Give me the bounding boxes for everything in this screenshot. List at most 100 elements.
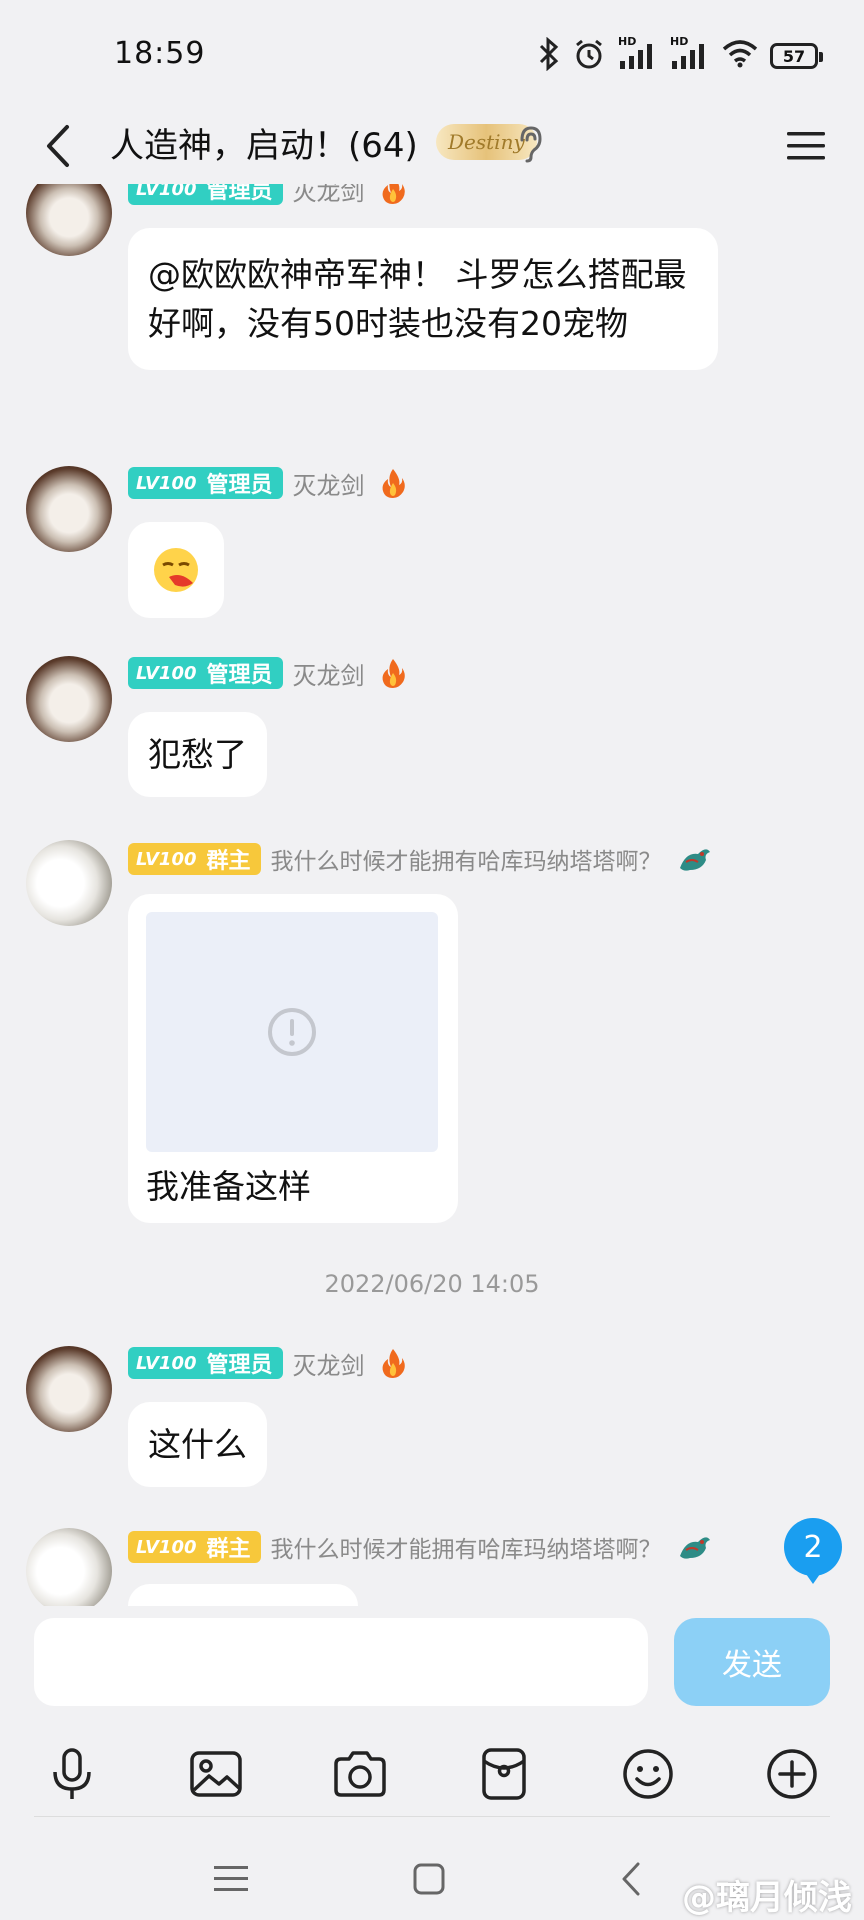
level-label: LV100 xyxy=(136,472,197,494)
image-placeholder[interactable] xyxy=(146,912,438,1152)
role-badge: LV100 群主 xyxy=(128,1531,261,1563)
square-icon xyxy=(413,1863,445,1895)
role-label: 管理员 xyxy=(206,663,273,688)
fire-icon xyxy=(379,1347,407,1379)
chat-title[interactable]: 人造神，启动！(64) xyxy=(110,118,418,167)
role-label: 管理员 xyxy=(206,473,273,498)
message-meta: LV100 群主 我什么时候才能拥有哈库玛纳塔塔啊？ xyxy=(128,1530,712,1564)
alarm-icon xyxy=(572,37,606,75)
role-badge: LV100 管理员 xyxy=(128,467,283,499)
message-bubble[interactable] xyxy=(128,1584,358,1606)
camera-button[interactable] xyxy=(324,1738,396,1810)
alert-icon xyxy=(268,1008,316,1056)
divider xyxy=(34,1816,830,1817)
chat-screen: 18:59 HD HD 57 人造神，启动！(64) Destiny LV100… xyxy=(0,0,864,1920)
message-item: LV100 群主 我什么时候才能拥有哈库玛纳塔塔啊？ 我准备这样 xyxy=(0,840,864,1240)
message-bubble[interactable]: @欧欧欧神帝军神！ 斗罗怎么搭配最好啊，没有50时装也没有20宠物 xyxy=(128,228,718,370)
level-label: LV100 xyxy=(136,184,197,200)
status-icons: HD HD 57 xyxy=(538,35,823,76)
status-time: 18:59 xyxy=(114,36,206,71)
more-button[interactable] xyxy=(756,1738,828,1810)
dragon-icon xyxy=(676,842,712,876)
watermark: @璃月倾浅 xyxy=(682,1878,852,1918)
voice-button[interactable] xyxy=(36,1738,108,1810)
message-item: LV100 管理员 灭龙剑 犯愁了 xyxy=(0,656,864,816)
input-toolbar xyxy=(0,1738,864,1834)
back-button[interactable] xyxy=(28,116,88,176)
image-button[interactable] xyxy=(180,1738,252,1810)
sender-nick[interactable]: 灭龙剑 xyxy=(293,184,365,207)
message-meta: LV100 群主 我什么时候才能拥有哈库玛纳塔塔啊？ xyxy=(128,842,712,876)
message-item: LV100 管理员 灭龙剑 xyxy=(0,466,864,626)
sender-nick[interactable]: 灭龙剑 xyxy=(293,466,365,501)
unread-badge[interactable]: 2 xyxy=(784,1518,842,1584)
dragon-icon xyxy=(676,1530,712,1564)
avatar[interactable] xyxy=(26,184,112,256)
sender-nick[interactable]: 灭龙剑 xyxy=(293,656,365,691)
avatar[interactable] xyxy=(26,1346,112,1432)
image-caption: 我准备这样 xyxy=(146,1167,311,1206)
red-packet-icon xyxy=(482,1748,526,1800)
avatar[interactable] xyxy=(26,1528,112,1606)
hd-label: HD xyxy=(618,35,637,48)
emoji-icon xyxy=(154,548,198,592)
level-label: LV100 xyxy=(136,662,197,684)
menu-icon xyxy=(214,1866,248,1891)
emoji-bubble[interactable] xyxy=(128,522,224,618)
fire-icon xyxy=(379,184,407,205)
message-meta: LV100 管理员 灭龙剑 xyxy=(128,184,407,206)
level-label: LV100 xyxy=(136,848,197,870)
image-icon xyxy=(190,1751,242,1797)
send-button[interactable]: 发送 xyxy=(674,1618,830,1706)
message-meta: LV100 管理员 灭龙剑 xyxy=(128,466,407,500)
signal-2-icon: HD xyxy=(670,35,710,71)
signal-1-icon: HD xyxy=(618,35,658,71)
level-label: LV100 xyxy=(136,1352,197,1374)
role-label: 群主 xyxy=(206,849,251,874)
red-packet-button[interactable] xyxy=(468,1738,540,1810)
nav-home-button[interactable] xyxy=(404,1854,454,1904)
wifi-icon xyxy=(722,39,758,73)
sender-nick[interactable]: 我什么时候才能拥有哈库玛纳塔塔啊？ xyxy=(271,842,662,876)
level-label: LV100 xyxy=(136,1536,197,1558)
avatar[interactable] xyxy=(26,466,112,552)
role-badge: LV100 群主 xyxy=(128,843,261,875)
role-badge: LV100 管理员 xyxy=(128,1347,283,1379)
message-item: LV100 管理员 灭龙剑 @欧欧欧神帝军神！ 斗罗怎么搭配最好啊，没有50时装… xyxy=(0,184,864,430)
chevron-left-icon xyxy=(47,125,69,167)
chat-header: 人造神，启动！(64) Destiny xyxy=(0,108,864,184)
hamburger-icon xyxy=(787,132,825,160)
smile-icon xyxy=(623,1749,673,1799)
microphone-icon xyxy=(53,1748,91,1799)
timestamp: 2022/06/20 14:05 xyxy=(324,1270,540,1298)
sender-nick[interactable]: 我什么时候才能拥有哈库玛纳塔塔啊？ xyxy=(271,1530,662,1564)
nav-back-button[interactable] xyxy=(606,1854,656,1904)
message-bubble[interactable]: 犯愁了 xyxy=(128,712,267,797)
message-meta: LV100 管理员 灭龙剑 xyxy=(128,656,407,690)
fire-icon xyxy=(379,467,407,499)
battery-icon: 57 xyxy=(770,43,823,69)
avatar[interactable] xyxy=(26,656,112,742)
image-message-bubble[interactable]: 我准备这样 xyxy=(128,894,458,1223)
message-item: LV100 群主 我什么时候才能拥有哈库玛纳塔塔啊？ xyxy=(0,1528,864,1606)
message-input[interactable] xyxy=(34,1618,648,1706)
avatar[interactable] xyxy=(26,840,112,926)
bluetooth-icon xyxy=(538,36,560,75)
role-badge: LV100 管理员 xyxy=(128,657,283,689)
message-list[interactable]: LV100 管理员 灭龙剑 @欧欧欧神帝军神！ 斗罗怎么搭配最好啊，没有50时装… xyxy=(0,184,864,1606)
fire-icon xyxy=(379,657,407,689)
ear-icon[interactable] xyxy=(516,124,544,168)
emoji-button[interactable] xyxy=(612,1738,684,1810)
nav-menu-button[interactable] xyxy=(206,1854,256,1904)
chevron-left-icon xyxy=(622,1862,640,1896)
message-meta: LV100 管理员 灭龙剑 xyxy=(128,1346,407,1380)
message-bubble[interactable]: 这什么 xyxy=(128,1402,267,1487)
menu-button[interactable] xyxy=(778,118,834,174)
status-bar: 18:59 HD HD 57 xyxy=(0,0,864,110)
plus-circle-icon xyxy=(767,1749,817,1799)
camera-icon xyxy=(334,1751,386,1797)
sender-nick[interactable]: 灭龙剑 xyxy=(293,1346,365,1381)
role-badge: LV100 管理员 xyxy=(128,184,283,205)
message-item: LV100 管理员 灭龙剑 这什么 xyxy=(0,1346,864,1506)
hd-label: HD xyxy=(670,35,689,48)
